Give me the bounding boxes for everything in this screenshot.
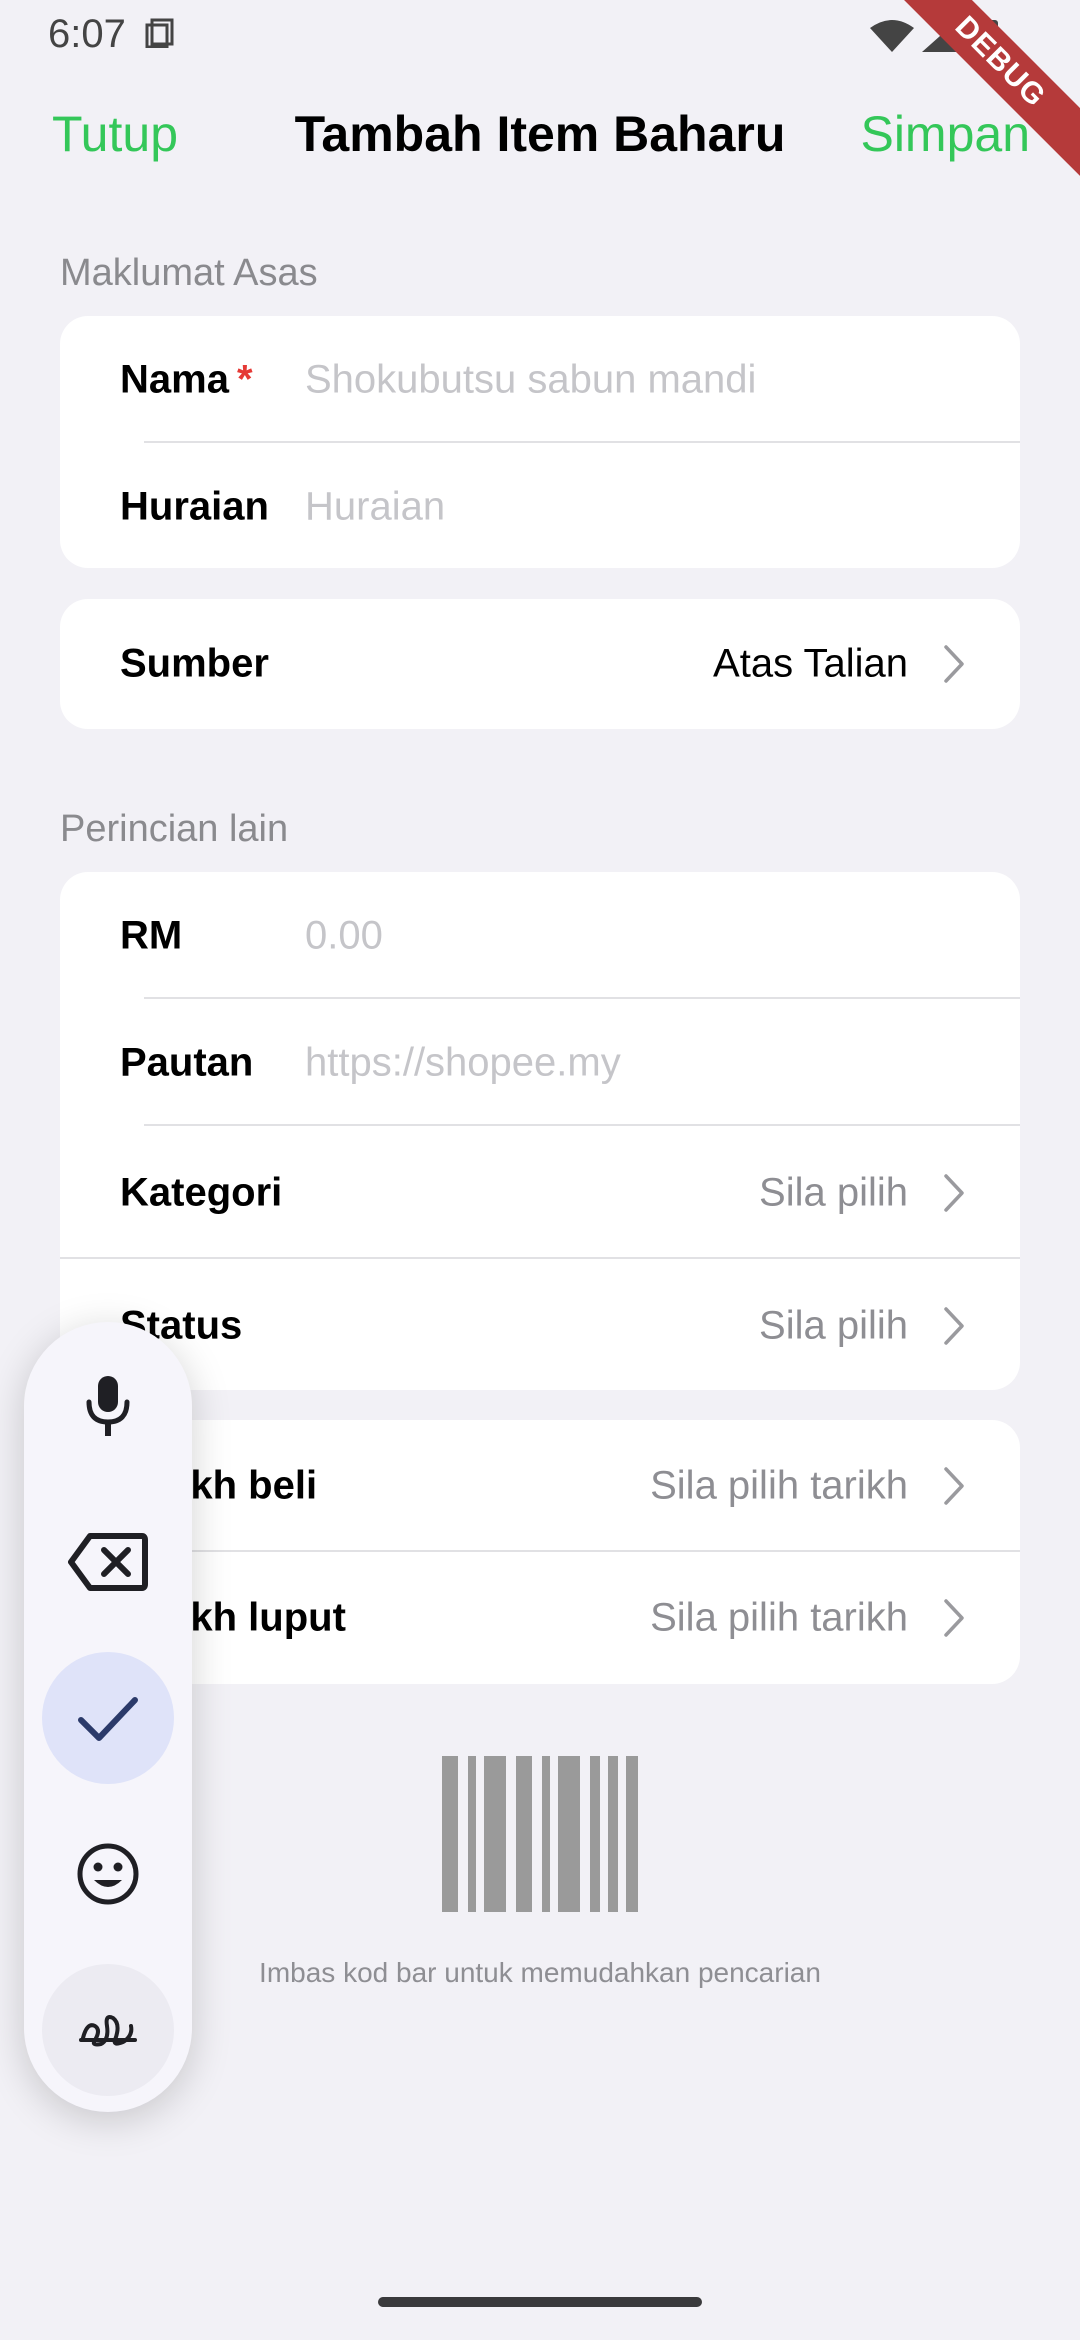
chevron-right-icon xyxy=(944,645,964,683)
dates-card: Tarikh beli Sila pilih tarikh Tarikh lup… xyxy=(60,1420,1020,1684)
price-label: RM xyxy=(120,913,183,957)
barcode-scan-button[interactable] xyxy=(440,1756,640,1912)
purchase-date-value: Sila pilih tarikh xyxy=(650,1463,908,1508)
wifi-icon xyxy=(870,20,914,52)
source-value: Atas Talian xyxy=(713,641,908,686)
emoji-icon xyxy=(77,1843,139,1905)
source-label: Sumber xyxy=(120,641,269,686)
expiry-date-value: Sila pilih tarikh xyxy=(650,1595,908,1640)
confirm-button[interactable] xyxy=(42,1652,174,1784)
emoji-button[interactable] xyxy=(42,1808,174,1940)
link-row: Pautan xyxy=(60,999,1020,1126)
floating-input-toolbar xyxy=(24,1322,192,2112)
status-value: Sila pilih xyxy=(759,1303,908,1347)
section-label-other-details: Perincian lain xyxy=(60,808,289,850)
description-row: Huraian xyxy=(60,443,1020,570)
status-row[interactable]: Status Sila pilih xyxy=(60,1259,1020,1392)
name-label: Nama * xyxy=(120,357,253,401)
source-row[interactable]: Sumber Atas Talian xyxy=(60,599,1020,729)
price-input[interactable] xyxy=(305,913,985,958)
description-label: Huraian xyxy=(120,484,269,528)
backspace-icon xyxy=(68,1533,148,1591)
handwriting-button[interactable] xyxy=(42,1964,174,2096)
category-value: Sila pilih xyxy=(759,1170,908,1214)
other-details-card: RM Pautan Kategori Sila pilih Status Sil… xyxy=(60,872,1020,1390)
sim-card-icon xyxy=(145,18,174,48)
category-label: Kategori xyxy=(120,1170,283,1214)
expiry-date-row[interactable]: Tarikh luput Sila pilih tarikh xyxy=(60,1552,1020,1684)
purchase-date-row[interactable]: Tarikh beli Sila pilih tarikh xyxy=(60,1420,1020,1552)
status-time: 6:07 xyxy=(48,12,126,56)
category-row[interactable]: Kategori Sila pilih xyxy=(60,1126,1020,1259)
chevron-right-icon xyxy=(944,1599,964,1637)
chevron-right-icon xyxy=(944,1173,964,1212)
microphone-button[interactable] xyxy=(42,1340,174,1472)
backspace-button[interactable] xyxy=(42,1496,174,1628)
description-input[interactable] xyxy=(305,484,985,529)
chevron-right-icon xyxy=(944,1306,964,1345)
check-icon xyxy=(78,1697,138,1741)
home-indicator[interactable] xyxy=(378,2297,702,2307)
save-button[interactable]: Simpan xyxy=(860,105,1030,163)
basic-info-card: Nama* Huraian xyxy=(60,316,1020,568)
section-label-basic-info: Maklumat Asas xyxy=(60,252,318,294)
handwriting-icon xyxy=(79,2015,137,2047)
link-input[interactable] xyxy=(305,1040,985,1085)
link-label: Pautan xyxy=(120,1040,254,1084)
price-row: RM xyxy=(60,872,1020,999)
name-row: Nama * xyxy=(60,316,1020,443)
microphone-icon xyxy=(86,1376,130,1436)
required-mark: * xyxy=(236,357,253,401)
chevron-right-icon xyxy=(944,1467,964,1505)
name-input[interactable] xyxy=(305,357,985,402)
source-card: Sumber Atas Talian xyxy=(60,599,1020,729)
